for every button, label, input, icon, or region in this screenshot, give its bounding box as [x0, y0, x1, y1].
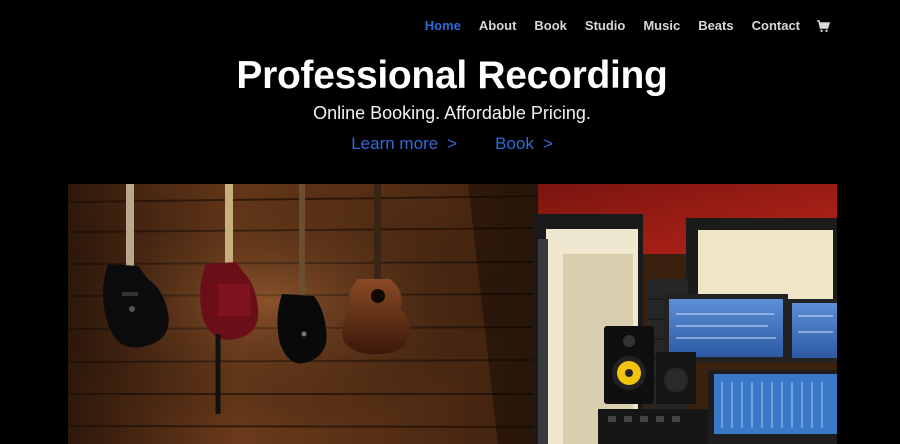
nav-music[interactable]: Music	[643, 18, 680, 34]
nav-home[interactable]: Home	[425, 18, 461, 34]
chevron-right-icon: >	[447, 134, 458, 153]
chevron-right-icon: >	[542, 134, 553, 153]
hero-cta-group: Learn more > Book >	[0, 133, 900, 155]
nav-about[interactable]: About	[479, 18, 517, 34]
learn-more-link[interactable]: Learn more >	[351, 133, 457, 155]
studio-photo	[68, 184, 837, 444]
hero-subtitle: Online Booking. Affordable Pricing.	[313, 103, 591, 123]
book-link[interactable]: Book >	[495, 133, 553, 155]
nav-studio[interactable]: Studio	[585, 18, 625, 34]
cart-icon[interactable]	[816, 19, 831, 33]
nav-beats[interactable]: Beats	[698, 18, 733, 34]
hero-title: Professional Recording	[236, 54, 668, 97]
main-nav: Home About Book Studio Music Beats Conta…	[407, 18, 831, 34]
page: Home About Book Studio Music Beats Conta…	[0, 0, 900, 444]
nav-book[interactable]: Book	[534, 18, 567, 34]
nav-contact[interactable]: Contact	[752, 18, 800, 34]
book-label: Book	[495, 134, 534, 153]
learn-more-label: Learn more	[351, 134, 439, 153]
